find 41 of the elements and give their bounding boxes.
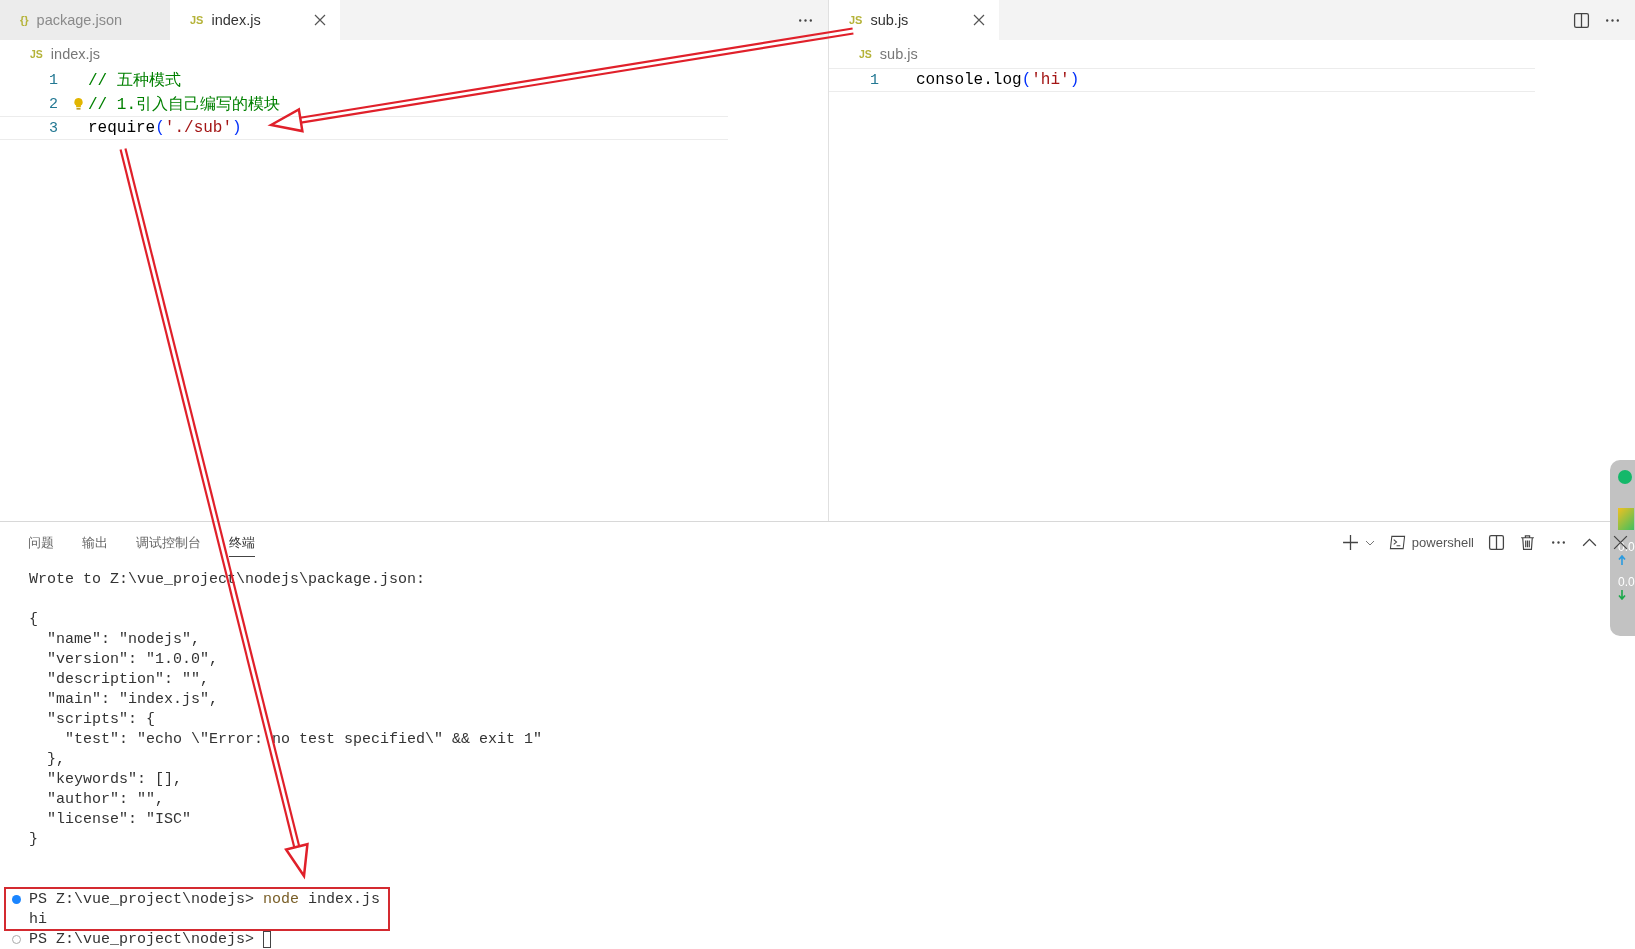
editor-tab[interactable]: JS index.js	[170, 0, 340, 40]
tab-label: index.js	[211, 12, 261, 28]
terminal-line: hi	[29, 910, 47, 928]
file-type-icon: JS	[849, 14, 863, 26]
code-line: console.log('hi')	[916, 71, 1080, 89]
panel-tab[interactable]: 输出	[82, 528, 108, 557]
code-line: // 五种模式	[88, 70, 181, 91]
code-line: require('./sub')	[88, 119, 242, 137]
code-line: // 1.引入自己编写的模块	[88, 94, 280, 115]
terminal-line: {	[29, 610, 38, 628]
terminal-line: "main": "index.js",	[46, 690, 219, 708]
file-type-icon: JS	[190, 14, 204, 26]
terminal-name[interactable]: powershell	[1411, 535, 1474, 550]
terminal-line: "license": "ISC"	[46, 810, 192, 828]
line-number: 3	[48, 119, 58, 137]
panel-tab[interactable]: 调试控制台	[136, 528, 201, 557]
terminal-line: "test": "echo \"Error: no test specified\" && exit 1"	[64, 730, 543, 748]
file-type-icon: JS	[859, 48, 872, 60]
line-number: 1	[869, 71, 879, 89]
terminal-line: "name": "nodejs",	[46, 630, 201, 648]
terminal-line: "version": "1.0.0",	[46, 650, 219, 668]
terminal-line: PS Z:\vue_project\nodejs> node index.js	[29, 890, 381, 908]
panel-tab[interactable]: 问题	[28, 528, 54, 557]
terminal-line: },	[46, 750, 65, 768]
tab-label: sub.js	[870, 12, 909, 28]
download-speed: 0.0	[1618, 575, 1635, 589]
breadcrumb[interactable]: sub.js	[879, 46, 918, 62]
terminal-line: }	[29, 830, 38, 848]
terminal-line: "description": "",	[46, 670, 210, 688]
terminal-line: "author": "",	[46, 790, 165, 808]
tab-label: package.json	[36, 12, 122, 28]
file-type-icon: {}	[20, 14, 29, 26]
breadcrumb[interactable]: index.js	[50, 46, 100, 62]
line-number: 2	[48, 95, 58, 113]
terminal-line: PS Z:\vue_project\nodejs>	[29, 930, 255, 948]
line-number: 1	[48, 71, 58, 89]
panel-tab[interactable]: 终端	[229, 528, 255, 557]
file-type-icon: JS	[30, 48, 43, 60]
editor-tab[interactable]: JS sub.js	[829, 0, 999, 40]
terminal-line: "keywords": [],	[46, 770, 183, 788]
terminal-line: "scripts": {	[46, 710, 156, 728]
